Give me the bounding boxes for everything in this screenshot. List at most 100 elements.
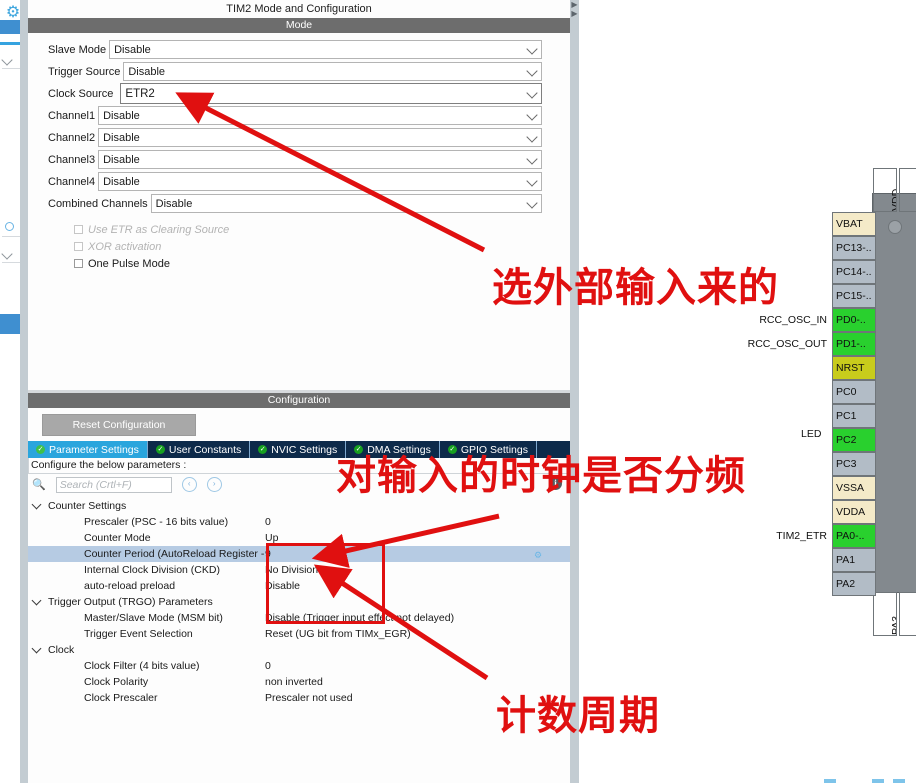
param-row-clock-filter[interactable]: Clock Filter (4 bits value) 0	[28, 658, 570, 674]
radio-icon[interactable]	[5, 222, 14, 231]
chevron-down-icon	[526, 152, 538, 165]
label-trigger-source: Trigger Source	[48, 65, 121, 78]
param-name: Counter Period (AutoReload Register - 16…	[84, 548, 265, 560]
checkbox-label-xor-activation: XOR activation	[88, 240, 162, 253]
param-name: Master/Slave Mode (MSM bit)	[84, 612, 223, 624]
pin-vbat[interactable]: VBAT	[832, 212, 876, 236]
pin-pc1[interactable]: PC1	[832, 404, 876, 428]
chip-pin1-marker	[888, 220, 902, 234]
checkbox-icon[interactable]	[74, 259, 83, 268]
mode-row-trigger-source: Trigger Source Disable	[28, 62, 570, 81]
previous-button[interactable]: ‹	[181, 477, 197, 492]
signal-label-rcc-osc-in: RCC_OSC_IN	[759, 314, 827, 326]
mode-row-channel4: Channel4 Disable	[28, 172, 570, 191]
annotation-counter-period: 计数周期	[496, 693, 660, 739]
pin-pc13[interactable]: PC13-..	[832, 236, 876, 260]
chevron-down-icon	[526, 174, 538, 187]
checkbox-icon[interactable]	[74, 242, 83, 251]
pin-bottom-vss[interactable]: VSS	[899, 592, 916, 636]
gear-icon[interactable]: ⚙	[534, 550, 542, 561]
pin-top-vss[interactable]: VSS	[899, 168, 916, 212]
pin-pa1[interactable]: PA1	[832, 548, 876, 572]
pin-vdda[interactable]: VDDA	[832, 500, 876, 524]
label-channel3: Channel3	[48, 153, 96, 166]
tree-group-clock[interactable]: Clock	[28, 642, 570, 658]
pin-nrst[interactable]: NRST	[832, 356, 876, 380]
param-value: non inverted	[265, 676, 323, 688]
pin-pd0[interactable]: PD0-..	[832, 308, 876, 332]
chevron-down-icon[interactable]	[1, 54, 13, 66]
checkbox-icon[interactable]	[74, 225, 83, 234]
param-name: Counter Mode	[84, 532, 151, 544]
chevron-down-icon	[31, 643, 42, 654]
checkbox-row-one-pulse-mode[interactable]: One Pulse Mode	[28, 255, 570, 272]
pin-pc2[interactable]: PC2	[832, 428, 876, 452]
pin-label: PA3	[890, 615, 897, 635]
param-row-prescaler[interactable]: Prescaler (PSC - 16 bits value) 0	[28, 514, 570, 530]
pin-pc15[interactable]: PC15-..	[832, 284, 876, 308]
label-slave-mode: Slave Mode	[48, 43, 107, 56]
chevron-down-icon	[526, 108, 538, 121]
select-channel4[interactable]: Disable	[98, 172, 542, 191]
mode-row-clock-source: Clock Source ETR2	[28, 83, 570, 104]
checkbox-row-xor-activation[interactable]: XOR activation	[28, 238, 570, 255]
checkbox-label-one-pulse-mode: One Pulse Mode	[88, 257, 170, 270]
divider	[2, 236, 20, 237]
value-channel4: Disable	[103, 175, 140, 188]
chip-pinout-view: VDD VSS PA3 VSS VBAT PC13-.. PC14-.. PC1…	[579, 0, 916, 783]
param-name: Clock Polarity	[84, 676, 149, 688]
pin-pc14[interactable]: PC14-..	[832, 260, 876, 284]
chevron-down-icon	[526, 42, 538, 55]
param-row-clock-polarity[interactable]: Clock Polarity non inverted	[28, 674, 570, 690]
select-channel3[interactable]: Disable	[98, 150, 542, 169]
search-input[interactable]: Search (Crtl+F)	[55, 476, 172, 493]
pin-pd1[interactable]: PD1-..	[832, 332, 876, 356]
vertical-splitter[interactable]: ▶ ▶	[570, 0, 579, 783]
tab-nvic-settings[interactable]: ✓ NVIC Settings	[250, 441, 347, 458]
mode-empty-space	[28, 272, 570, 390]
param-row-clock-prescaler[interactable]: Clock Prescaler Prescaler not used	[28, 690, 570, 706]
param-value: Reset (UG bit from TIMx_EGR)	[265, 628, 411, 640]
param-name: Trigger Event Selection	[84, 628, 193, 640]
pin-pa2[interactable]: PA2	[832, 572, 876, 596]
value-channel1: Disable	[103, 109, 140, 122]
search-icon[interactable]: 🔍	[32, 478, 46, 491]
pin-vssa[interactable]: VSSA	[832, 476, 876, 500]
page-title: TIM2 Mode and Configuration	[28, 0, 570, 18]
reset-wrap: Reset Configuration	[28, 408, 570, 441]
pin-top-vdd[interactable]: VDD	[873, 168, 897, 212]
select-clock-source[interactable]: ETR2	[120, 83, 542, 104]
mode-fields: Slave Mode Disable Trigger Source Disabl…	[28, 33, 570, 390]
label-combined-channels: Combined Channels	[48, 197, 148, 210]
pin-pc0[interactable]: PC0	[832, 380, 876, 404]
select-combined-channels[interactable]: Disable	[150, 194, 542, 213]
pin-pc3[interactable]: PC3	[832, 452, 876, 476]
value-channel3: Disable	[103, 153, 140, 166]
param-row-trigger-event-selection[interactable]: Trigger Event Selection Reset (UG bit fr…	[28, 626, 570, 642]
value-clock-source: ETR2	[125, 87, 155, 100]
tab-label-parameter-settings: Parameter Settings	[49, 443, 139, 456]
pin-pa0[interactable]: PA0-..	[832, 524, 876, 548]
select-trigger-source[interactable]: Disable	[123, 62, 542, 81]
zoom-in-button[interactable]	[893, 779, 905, 783]
param-name: auto-reload preload	[84, 580, 176, 592]
zoom-out-button[interactable]	[824, 779, 836, 783]
tree-group-label: Trigger Output (TRGO) Parameters	[48, 596, 213, 608]
pin-bottom-pa3[interactable]: PA3	[873, 592, 897, 636]
next-button[interactable]: ›	[206, 477, 222, 492]
select-channel1[interactable]: Disable	[98, 106, 542, 125]
checkbox-row-use-etr-clearing[interactable]: Use ETR as Clearing Source	[28, 221, 570, 238]
chevron-down-icon[interactable]	[1, 248, 13, 260]
sidebar-selected-item[interactable]	[0, 314, 22, 334]
select-channel2[interactable]: Disable	[98, 128, 542, 147]
select-slave-mode[interactable]: Disable	[109, 40, 542, 59]
tab-parameter-settings[interactable]: ✓ Parameter Settings	[28, 441, 148, 458]
zoom-slider-track[interactable]	[872, 779, 884, 783]
param-name: Internal Clock Division (CKD)	[84, 564, 220, 576]
splitter-handle-icon[interactable]: ▶ ▶	[570, 0, 579, 24]
tab-user-constants[interactable]: ✓ User Constants	[147, 441, 251, 458]
mode-section-header: Mode	[28, 18, 570, 33]
value-combined-channels: Disable	[155, 197, 193, 210]
reset-configuration-button[interactable]: Reset Configuration	[42, 414, 196, 436]
annotation-clock-source: 选外部输入来的	[492, 265, 779, 311]
